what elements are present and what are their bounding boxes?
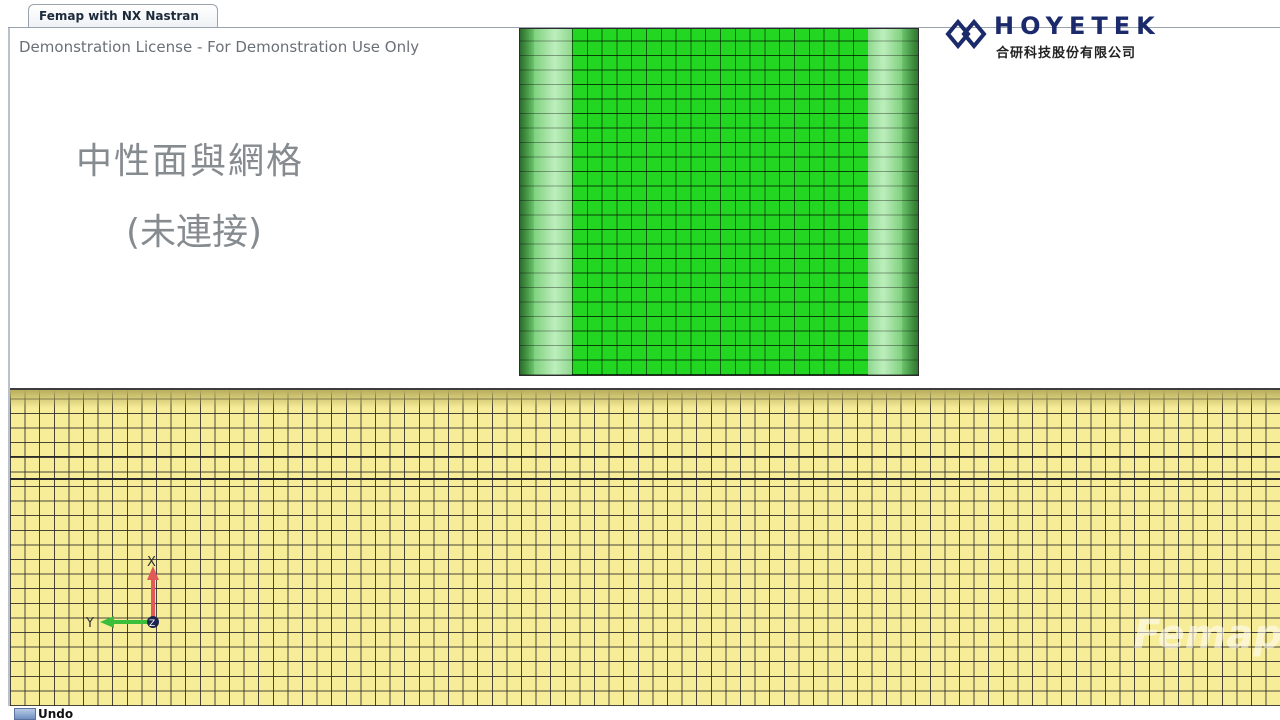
femap-watermark: Femap: [1133, 612, 1280, 658]
y-axis-arrow: [100, 616, 114, 628]
hoyetek-logo: HOYETEK 合研科技股份有限公司: [942, 12, 1202, 62]
undo-panel-icon[interactable]: [14, 708, 36, 720]
graphics-viewport[interactable]: Demonstration License - For Demonstratio…: [8, 28, 1280, 706]
yellow-plate-mesh[interactable]: Femap: [10, 388, 1280, 706]
caption-subtitle: (未連接): [126, 212, 263, 253]
z-axis-label: Z: [149, 619, 155, 629]
logo-company-name: 合研科技股份有限公司: [996, 46, 1137, 61]
femap-window: Femap with NX Nastran Demonstration Lice…: [0, 0, 1280, 720]
plate-edge-shade: [10, 390, 1280, 408]
logo-wordmark: HOYETEK: [994, 12, 1161, 40]
viewport-upper-area: Demonstration License - For Demonstratio…: [10, 28, 1280, 388]
mesh-edge-left: [520, 29, 534, 375]
y-axis-label: Y: [85, 616, 94, 631]
caption-title: 中性面與網格: [76, 141, 305, 182]
mesh-strip-right: [868, 29, 902, 375]
status-bar: Undo: [0, 706, 1280, 720]
hoyetek-logo-icon: [945, 18, 987, 50]
green-midsurface-mesh[interactable]: [519, 28, 919, 376]
plate-boundary-line: [10, 456, 1280, 457]
mesh-edge-right: [902, 29, 918, 375]
license-notice: Demonstration License - For Demonstratio…: [19, 38, 420, 56]
undo-label[interactable]: Undo: [38, 707, 73, 720]
axis-triad: X Y Z: [85, 555, 159, 631]
plate-boundary-line-2: [10, 478, 1280, 480]
mesh-grid-green: [572, 29, 868, 375]
mesh-strip-left: [534, 29, 572, 375]
tab-femap-model[interactable]: Femap with NX Nastran: [28, 4, 218, 28]
x-axis-label: X: [147, 555, 156, 570]
